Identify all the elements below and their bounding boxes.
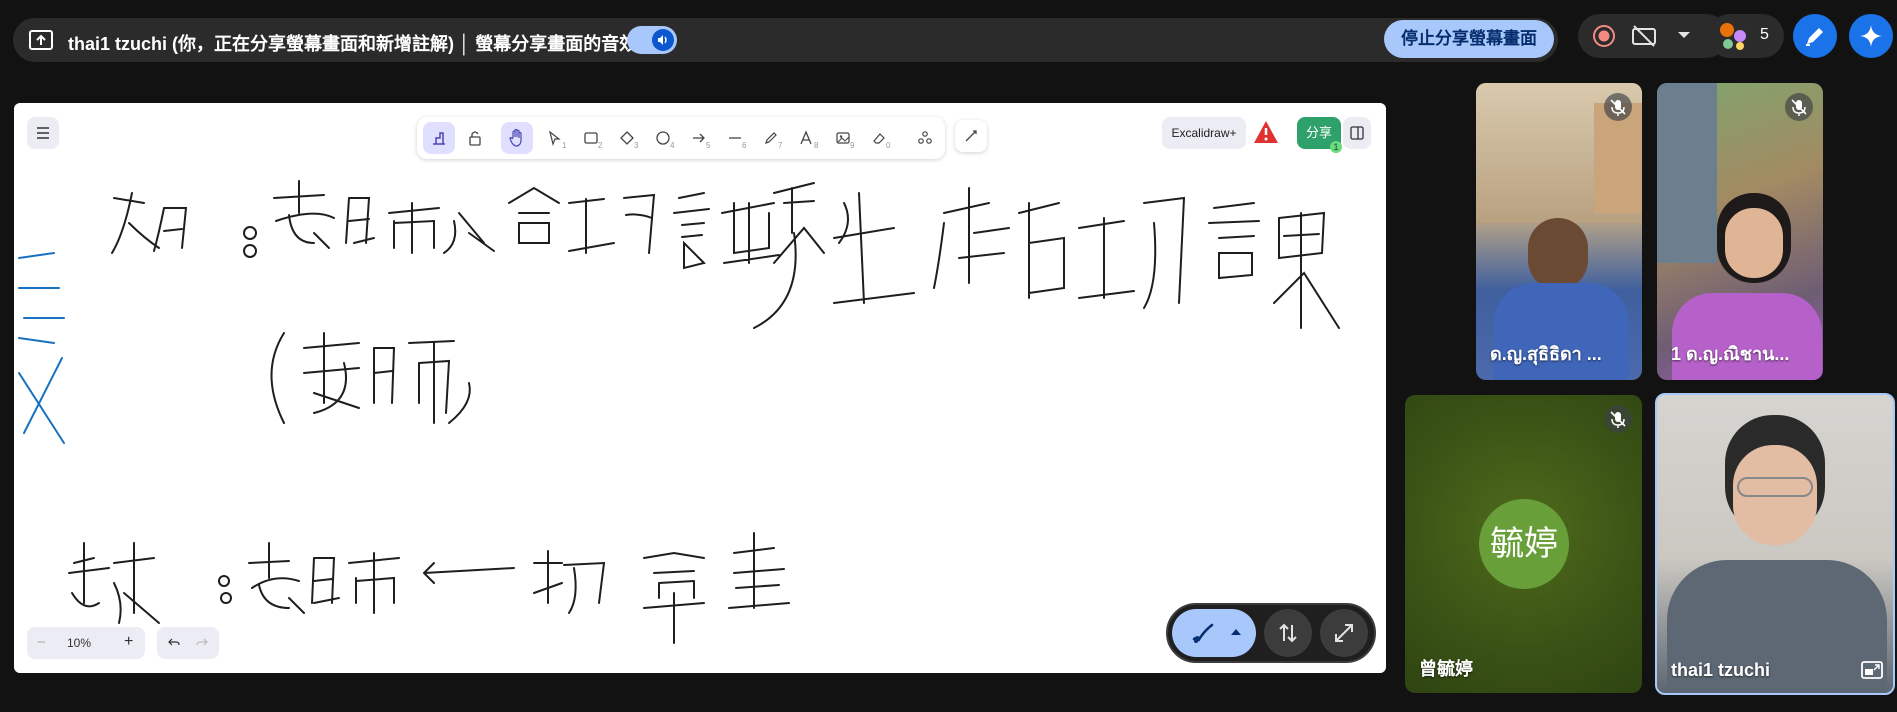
record-icon[interactable] — [1592, 24, 1616, 48]
recording-controls — [1578, 14, 1728, 58]
pip-icon[interactable] — [1861, 661, 1883, 679]
mic-off-icon — [1604, 405, 1632, 433]
handwriting-strokes — [18, 180, 1340, 644]
annotation-dock — [1166, 603, 1376, 663]
mic-off-icon — [1604, 93, 1632, 121]
share-audio-toggle[interactable] — [627, 26, 677, 54]
annotation-pen-button[interactable] — [1172, 609, 1256, 657]
annotate-button[interactable] — [1793, 14, 1837, 58]
swap-button[interactable] — [1264, 609, 1312, 657]
participant-name: 1 ด.ญ.ณิชาน... — [1671, 344, 1790, 364]
participant-name: thai1 tzuchi — [1671, 660, 1771, 680]
participant-tile-self[interactable]: thai1 tzuchi — [1655, 393, 1895, 695]
chevron-down-icon[interactable] — [1676, 28, 1692, 42]
fullscreen-button[interactable] — [1320, 609, 1368, 657]
participant-tile-1[interactable]: ด.ญ.สุธิธิดา ... — [1476, 83, 1642, 380]
speaker-icon — [652, 29, 674, 51]
participant-name: 曾毓婷 — [1419, 659, 1473, 679]
mic-off-icon — [1785, 93, 1813, 121]
participant-tile-3[interactable]: 毓婷 曾毓婷 — [1405, 395, 1642, 693]
wall-poster — [1657, 83, 1717, 263]
share-status-text: thai1 tzuchi (你，正在分享螢幕畫面和新增註解) │ 螢幕分享畫面的… — [68, 34, 638, 54]
chevron-up-icon — [1231, 629, 1241, 635]
zoom-out-button[interactable]: − — [37, 634, 46, 651]
captions-off-icon[interactable] — [1631, 24, 1657, 48]
person-head — [1528, 218, 1588, 290]
gemini-button[interactable] — [1849, 14, 1893, 58]
participant-count: 5 — [1760, 26, 1769, 43]
zoom-in-button[interactable]: + — [124, 633, 133, 651]
glasses — [1737, 477, 1813, 497]
scribble-pen-icon — [1192, 623, 1214, 643]
history-controls — [157, 627, 219, 659]
redo-icon[interactable] — [195, 636, 209, 650]
excalidraw-canvas[interactable]: 1 2 3 4 5 6 7 8 9 0 Excalidraw+ 分享 1 − 1… — [14, 103, 1386, 673]
screen-share-banner: thai1 tzuchi (你，正在分享螢幕畫面和新增註解) │ 螢幕分享畫面的… — [13, 18, 1558, 62]
zoom-level[interactable]: 10% — [67, 636, 91, 650]
undo-icon[interactable] — [167, 636, 181, 650]
zoom-controls: − 10% + — [27, 627, 145, 659]
participant-name: ด.ญ.สุธิธิดา ... — [1490, 344, 1602, 364]
stop-sharing-button[interactable]: 停止分享螢幕畫面 — [1384, 20, 1554, 58]
avatar: 毓婷 — [1479, 499, 1569, 589]
pen-icon — [1806, 28, 1823, 46]
present-screen-icon — [29, 30, 53, 50]
participants-button[interactable]: 5 — [1708, 14, 1784, 58]
person-face — [1725, 208, 1783, 278]
participant-tile-2[interactable]: 1 ด.ญ.ณิชาน... — [1657, 83, 1823, 380]
people-icon — [1720, 23, 1746, 50]
sparkle-icon — [1860, 25, 1882, 47]
swap-arrows-icon — [1279, 623, 1297, 643]
expand-icon — [1335, 624, 1353, 642]
